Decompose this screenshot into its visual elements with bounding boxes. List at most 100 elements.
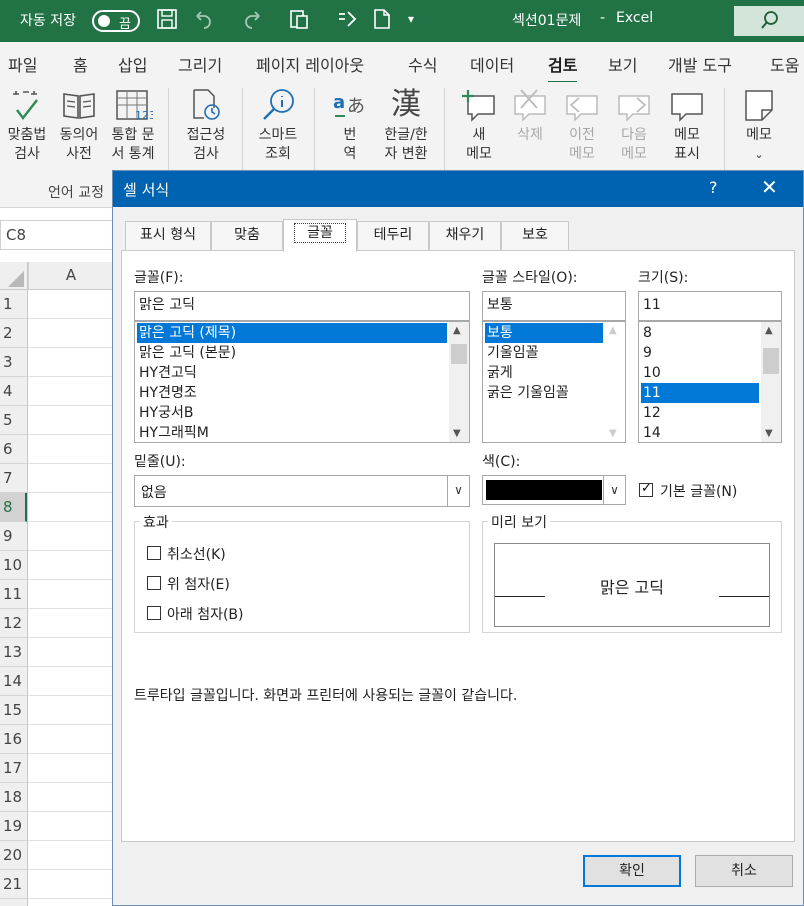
row-header[interactable]: 19 bbox=[0, 812, 27, 841]
new-comment-button[interactable]: 새 메모 bbox=[456, 88, 502, 164]
redo-icon[interactable] bbox=[240, 8, 264, 32]
scroll-down-icon[interactable]: ▼ bbox=[765, 428, 773, 439]
font-style-input[interactable]: 보통 bbox=[482, 291, 626, 321]
font-style-item[interactable]: 굵게 bbox=[485, 363, 513, 383]
tab-developer[interactable]: 개발 도구 bbox=[668, 52, 732, 76]
ok-button[interactable]: 확인 bbox=[583, 855, 681, 887]
row-header[interactable]: 16 bbox=[0, 725, 27, 754]
font-list-item[interactable]: 맑은 고딕 (제목) bbox=[137, 323, 447, 343]
row-header[interactable]: 2 bbox=[0, 319, 27, 348]
tab-insert[interactable]: 삽입 bbox=[118, 52, 147, 76]
font-style-item[interactable]: 보통 bbox=[485, 323, 603, 343]
row-header[interactable]: 1 bbox=[0, 290, 27, 319]
tab-border[interactable]: 테두리 bbox=[357, 221, 429, 251]
tab-home[interactable]: 홈 bbox=[73, 52, 88, 76]
row-header[interactable]: 4 bbox=[0, 377, 27, 406]
customize-qat-icon[interactable]: ▾ bbox=[408, 12, 432, 36]
help-button[interactable]: ? bbox=[709, 178, 718, 197]
scroll-down-icon[interactable]: ▼ bbox=[609, 428, 617, 439]
thesaurus-button[interactable]: 동의어 사전 bbox=[56, 88, 102, 164]
chevron-down-icon[interactable]: ∨ bbox=[603, 476, 625, 504]
spelling-button[interactable]: 맞춤법 검사 bbox=[4, 88, 50, 164]
tab-review[interactable]: 검토 bbox=[548, 52, 578, 84]
tab-formulas[interactable]: 수식 bbox=[408, 52, 437, 76]
next-comment-button[interactable]: 다음 메모 bbox=[610, 88, 658, 164]
subscript-checkbox[interactable] bbox=[147, 606, 161, 620]
cancel-button[interactable]: 취소 bbox=[695, 855, 793, 887]
hanja-convert-button[interactable]: 漢 한글/한 자 변환 bbox=[376, 88, 436, 164]
smart-lookup-button[interactable]: 스마트 조회 bbox=[250, 88, 306, 164]
font-list-item[interactable]: HY그래픽M bbox=[137, 423, 209, 442]
style-list-scrollbar[interactable]: ▲ ▼ bbox=[605, 322, 625, 442]
select-all-corner[interactable] bbox=[0, 262, 28, 290]
tab-fill[interactable]: 채우기 bbox=[429, 221, 501, 251]
row-header[interactable]: 11 bbox=[0, 580, 27, 609]
tab-view[interactable]: 보기 bbox=[608, 52, 637, 76]
font-size-item[interactable]: 10 bbox=[641, 363, 661, 383]
tab-page-layout[interactable]: 페이지 레이아웃 bbox=[256, 52, 364, 76]
row-header[interactable]: 14 bbox=[0, 667, 27, 696]
row-header[interactable]: 15 bbox=[0, 696, 27, 725]
font-size-item[interactable]: 8 bbox=[641, 323, 652, 343]
name-box[interactable]: C8 bbox=[0, 220, 120, 250]
font-list-item[interactable]: HY견고딕 bbox=[137, 363, 197, 383]
superscript-checkbox[interactable] bbox=[147, 576, 161, 590]
size-list-scrollbar[interactable]: ▲ ▼ bbox=[761, 322, 781, 442]
row-header[interactable]: 20 bbox=[0, 841, 27, 870]
undo-icon[interactable] bbox=[192, 8, 216, 32]
row-header[interactable]: 21 bbox=[0, 870, 27, 899]
format-painter-icon[interactable] bbox=[336, 8, 360, 32]
search-box[interactable] bbox=[734, 6, 804, 36]
tab-number[interactable]: 표시 형식 bbox=[125, 221, 211, 251]
row-header[interactable]: 6 bbox=[0, 435, 27, 464]
previous-comment-button[interactable]: 이전 메모 bbox=[558, 88, 606, 164]
new-file-icon[interactable] bbox=[372, 8, 396, 32]
font-size-input[interactable]: 11 bbox=[638, 291, 782, 321]
row-header[interactable]: 3 bbox=[0, 348, 27, 377]
delete-comment-button[interactable]: 삭제 bbox=[506, 88, 554, 145]
scroll-thumb[interactable] bbox=[451, 344, 467, 364]
scroll-thumb[interactable] bbox=[763, 348, 779, 374]
row-header[interactable]: 10 bbox=[0, 551, 27, 580]
close-button[interactable]: ✕ bbox=[761, 175, 778, 199]
tab-data[interactable]: 데이터 bbox=[470, 52, 514, 76]
translate-button[interactable]: aあ 번 역 bbox=[326, 88, 374, 164]
tab-draw[interactable]: 그리기 bbox=[178, 52, 222, 76]
cell-grid[interactable] bbox=[28, 290, 114, 906]
underline-select[interactable]: 없음 ∨ bbox=[134, 475, 470, 507]
font-list-item[interactable]: 맑은 고딕 (본문) bbox=[137, 343, 236, 363]
font-size-item[interactable]: 12 bbox=[641, 403, 661, 423]
font-style-item[interactable]: 기울임꼴 bbox=[485, 343, 539, 363]
font-color-picker[interactable]: ∨ bbox=[482, 475, 626, 505]
scroll-up-icon[interactable]: ▲ bbox=[609, 325, 617, 336]
column-header-a[interactable]: A bbox=[28, 262, 114, 290]
font-size-item[interactable]: 14 bbox=[641, 423, 661, 442]
row-header[interactable]: 17 bbox=[0, 754, 27, 783]
row-header[interactable]: 9 bbox=[0, 522, 27, 551]
notes-button[interactable]: 메모 ⌄ bbox=[736, 88, 782, 164]
default-font-checkbox[interactable] bbox=[639, 481, 653, 497]
row-header[interactable]: 8 bbox=[0, 493, 27, 522]
row-header[interactable]: 18 bbox=[0, 783, 27, 812]
font-size-item[interactable]: 9 bbox=[641, 343, 652, 363]
font-style-list[interactable]: 보통 기울임꼴 굵게 굵은 기울임꼴 ▲ ▼ bbox=[482, 321, 626, 443]
scroll-up-icon[interactable]: ▲ bbox=[765, 325, 773, 336]
tab-alignment[interactable]: 맞춤 bbox=[211, 221, 283, 251]
strikethrough-checkbox[interactable] bbox=[147, 546, 161, 560]
tab-font[interactable]: 글꼴 bbox=[283, 219, 357, 252]
paste-icon[interactable] bbox=[288, 8, 312, 32]
tab-protection[interactable]: 보호 bbox=[501, 221, 569, 251]
row-header[interactable]: 13 bbox=[0, 638, 27, 667]
row-header[interactable]: 5 bbox=[0, 406, 27, 435]
font-list-item[interactable]: HY견명조 bbox=[137, 383, 197, 403]
row-header[interactable]: 7 bbox=[0, 464, 27, 493]
tab-help[interactable]: 도움 bbox=[770, 52, 799, 76]
row-header[interactable]: 12 bbox=[0, 609, 27, 638]
scroll-up-icon[interactable]: ▲ bbox=[453, 325, 461, 336]
font-style-item[interactable]: 굵은 기울임꼴 bbox=[485, 383, 569, 403]
accessibility-button[interactable]: 접근성 검사 bbox=[178, 88, 234, 164]
save-icon[interactable] bbox=[156, 8, 180, 32]
font-list[interactable]: 맑은 고딕 (제목) 맑은 고딕 (본문) HY견고딕 HY견명조 HY궁서B … bbox=[134, 321, 470, 443]
autosave-toggle[interactable]: 끔 bbox=[92, 10, 140, 32]
scroll-down-icon[interactable]: ▼ bbox=[453, 428, 461, 439]
